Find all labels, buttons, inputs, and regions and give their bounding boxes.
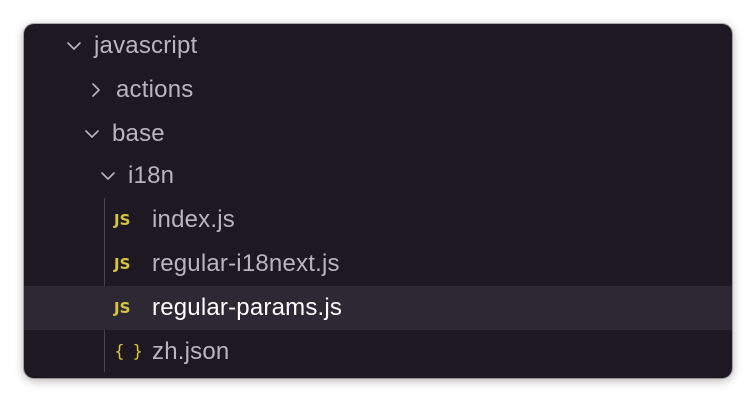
tree-file-zh-json[interactable]: { } zh.json <box>24 330 732 374</box>
tree-folder-actions[interactable]: actions <box>24 68 193 112</box>
folder-label: actions <box>116 76 194 103</box>
tree-file-index-js[interactable]: JS index.js <box>24 198 732 242</box>
javascript-file-icon: JS <box>114 299 131 317</box>
chevron-down-icon[interactable] <box>82 124 102 144</box>
chevron-right-icon[interactable] <box>86 80 106 100</box>
tree-folder-base[interactable]: base <box>24 112 732 156</box>
folder-label: javascript <box>94 32 198 59</box>
chevron-down-icon[interactable] <box>98 166 118 186</box>
folder-label: base <box>112 120 165 147</box>
file-label: index.js <box>152 206 235 233</box>
folder-label: i18n <box>128 162 175 189</box>
javascript-file-icon: JS <box>114 211 131 229</box>
file-label: regular-i18next.js <box>152 250 340 277</box>
tree-file-regular-i18next-js[interactable]: JS regular-i18next.js <box>24 242 732 286</box>
file-explorer-panel: javascript actions base i18n JS index.js… <box>24 24 732 378</box>
javascript-file-icon: JS <box>114 255 131 273</box>
file-label: zh.json <box>152 338 230 365</box>
json-file-icon: { } <box>114 342 145 362</box>
tree-folder-javascript[interactable]: javascript <box>24 24 732 68</box>
chevron-down-icon[interactable] <box>64 36 84 56</box>
file-label: regular-params.js <box>152 294 343 321</box>
tree-file-regular-params-js[interactable]: JS regular-params.js <box>24 286 732 330</box>
tree-folder-i18n[interactable]: i18n <box>24 154 732 198</box>
